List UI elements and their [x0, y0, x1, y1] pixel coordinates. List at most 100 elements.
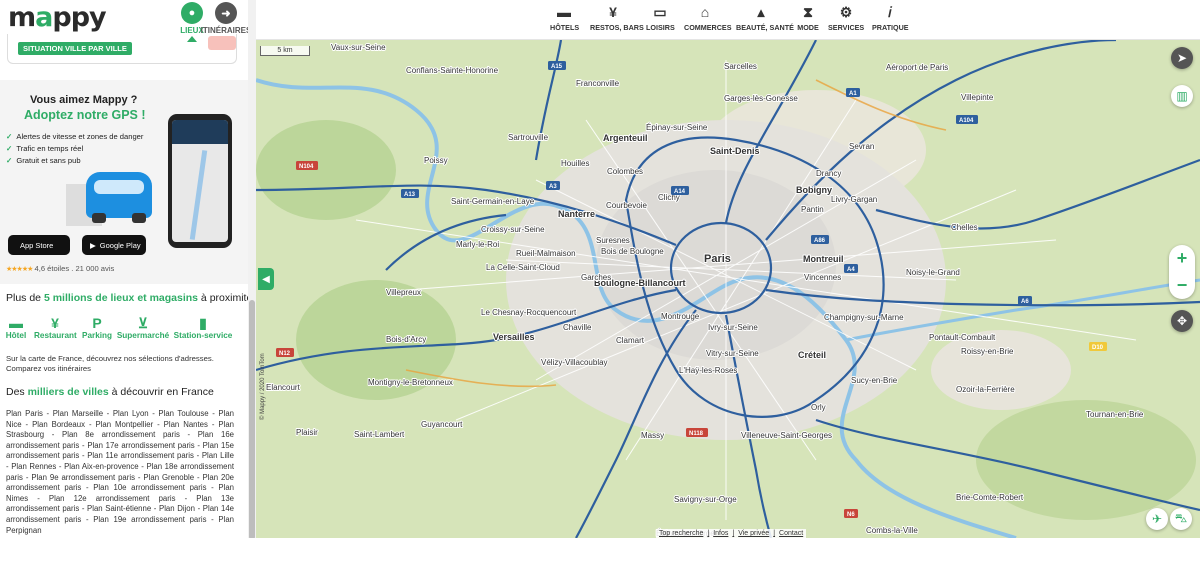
map-label-town: Pantin	[801, 205, 824, 214]
map-label-town: Garges-lès-Gonesse	[724, 94, 798, 103]
map-svg[interactable]: ParisArgenteuilSaint-DenisNanterreBoulog…	[256, 40, 1200, 538]
tab-itineraires[interactable]: ➜ ITINÉRAIRES	[200, 0, 248, 35]
map-label-city: Saint-Denis	[710, 146, 760, 156]
category-restaurant[interactable]: ¥ Restaurant	[34, 315, 77, 340]
topnav-mode[interactable]: ⧗ MODE	[796, 4, 820, 33]
svg-text:N12: N12	[279, 351, 291, 357]
location-arrow-icon: ➤	[1176, 51, 1188, 65]
road-shield: N6	[844, 509, 858, 518]
promo-feature: ✓ Alertes de vitesse et zones de danger	[6, 132, 144, 141]
left-panel-scrollbar[interactable]	[248, 0, 256, 540]
road-shield: A6	[1018, 296, 1032, 305]
map-label-paris: Paris	[704, 253, 731, 265]
cutlery-icon: ¥	[51, 315, 59, 331]
link-contact[interactable]: Contact	[779, 529, 803, 538]
shop-icon: ⌂	[700, 4, 710, 20]
link-infos[interactable]: Infos	[713, 529, 728, 538]
move-arrows-icon: ✥	[1176, 314, 1188, 328]
mappy-app: mappy ● LIEUX ➜ ITINÉRAIRES SITUATION VI…	[0, 0, 1200, 565]
map-label-town: Vaux-sur-Seine	[331, 43, 386, 52]
svg-text:A104: A104	[959, 118, 974, 124]
fuel-icon: ▮	[199, 315, 207, 331]
send-icon: ✈	[1151, 512, 1163, 526]
map-label-city: Nanterre	[558, 209, 595, 219]
road-shield: N118	[686, 428, 708, 437]
scrollbar-thumb[interactable]	[249, 300, 255, 540]
map-label-town: Orly	[811, 403, 826, 412]
info-icon: 𝑖	[888, 4, 892, 20]
map-label-town: Plaisir	[296, 428, 318, 437]
topnav-pratique[interactable]: 𝑖 PRATIQUE	[872, 4, 909, 33]
chevron-left-icon: ◀	[262, 273, 270, 285]
page-bottom	[0, 538, 1200, 565]
map-label-city: Créteil	[798, 350, 826, 360]
link-vie-privee[interactable]: Vie privée	[738, 529, 769, 538]
car-illustration-icon	[208, 36, 236, 50]
locate-button[interactable]: ➤	[1171, 47, 1193, 69]
play-icon: ▶	[90, 240, 96, 250]
map-label-town: Aéroport de Paris	[886, 63, 948, 72]
topnav-services[interactable]: ⚙ SERVICES	[828, 5, 864, 33]
road-shield: A1	[846, 88, 860, 97]
map-label-town: Poissy	[424, 156, 448, 165]
phone-illustration	[168, 114, 232, 248]
places-title: Plus de 5 millions de lieux et magasins …	[6, 292, 248, 304]
cart-icon: ⊻	[137, 315, 149, 331]
svg-text:A3: A3	[549, 184, 557, 190]
map-label-town: Montrouge	[661, 312, 700, 321]
bed-icon: ▬	[557, 4, 571, 20]
mappy-logo[interactable]: mappy	[8, 2, 107, 33]
map-label-town: Drancy	[816, 169, 841, 178]
map-label-town: Brie-Comte-Robert	[956, 493, 1024, 502]
topnav-loisirs[interactable]: ▭ LOISIRS	[646, 5, 675, 33]
category-supermarche[interactable]: ⊻ Supermarché	[116, 315, 170, 340]
map-label-town: Livry-Gargan	[831, 195, 877, 204]
road-shield: A3	[546, 181, 560, 190]
map-label-town: Tournan-en-Brie	[1086, 410, 1144, 419]
road-shield: A14	[671, 186, 689, 195]
zoom-out-button[interactable]: −	[1169, 272, 1195, 299]
promo-feature: ✓ Gratuit et sans pub	[6, 156, 81, 165]
share-button[interactable]: ✈	[1146, 508, 1168, 530]
layers-button[interactable]: ▥	[1171, 85, 1193, 107]
map-label-town: Colombes	[607, 167, 643, 176]
category-station-service[interactable]: ▮ Station-service	[173, 315, 233, 340]
map-label-town: Franconville	[576, 79, 620, 88]
map-label-town: Combs-la-Ville	[866, 526, 918, 535]
topnav-beaute-sante[interactable]: ▴ BEAUTÉ, SANTÉ	[736, 5, 794, 33]
topnav-hotels[interactable]: ▬ HÔTELS	[550, 4, 579, 33]
road-shield: N12	[276, 348, 294, 357]
city-button[interactable]: SITUATION VILLE PAR VILLE	[18, 42, 132, 55]
link-top-recherche[interactable]: Top recherche	[659, 529, 703, 538]
map-label-town: Houilles	[561, 159, 589, 168]
map-label-town: Chelles	[951, 223, 978, 232]
map-label-town: Épinay-sur-Seine	[646, 123, 708, 132]
map-canvas[interactable]: Paris Argenteuil Saint-Denis Nanterre Boulog…	[256, 40, 1200, 538]
road-shield: A15	[548, 61, 566, 70]
svg-text:A4: A4	[847, 267, 855, 273]
svg-text:A86: A86	[814, 238, 826, 244]
map-label-town: Elancourt	[266, 383, 301, 392]
category-hotel[interactable]: ▬ Hôtel	[4, 315, 28, 340]
pan-button[interactable]: ✥	[1171, 310, 1193, 332]
map-label-town: Champigny-sur-Marne	[824, 313, 904, 322]
topnav-restos-bars[interactable]: ¥ RESTOS, BARS	[590, 5, 644, 33]
app-store-button[interactable]: App Store	[8, 235, 70, 255]
route-icon: ➜	[215, 2, 237, 24]
google-play-button[interactable]: ▶ Google Play	[82, 235, 146, 255]
map-label-town: Sartrouville	[508, 133, 549, 142]
collapse-panel-button[interactable]: ◀	[258, 268, 274, 290]
category-parking[interactable]: P Parking	[82, 315, 112, 340]
map-label-town: Vitry-sur-Seine	[706, 349, 759, 358]
svg-text:D10: D10	[1092, 345, 1104, 351]
topnav-commerces[interactable]: ⌂ COMMERCES	[684, 4, 732, 33]
map-label-city: Bobigny	[796, 185, 832, 195]
car-illustration	[86, 172, 152, 223]
zoom-in-button[interactable]: +	[1169, 245, 1195, 272]
map-label-town: Saint-Germain-en-Laye	[451, 197, 535, 206]
car-mode-button[interactable]: ⛍	[1170, 508, 1192, 530]
city-plans-list[interactable]: Plan Paris - Plan Marseille - Plan Lyon …	[6, 409, 234, 536]
map-label-town: Conflans-Sainte-Honorine	[406, 66, 499, 75]
svg-text:A13: A13	[404, 192, 416, 198]
dress-icon: ⧗	[803, 4, 813, 20]
